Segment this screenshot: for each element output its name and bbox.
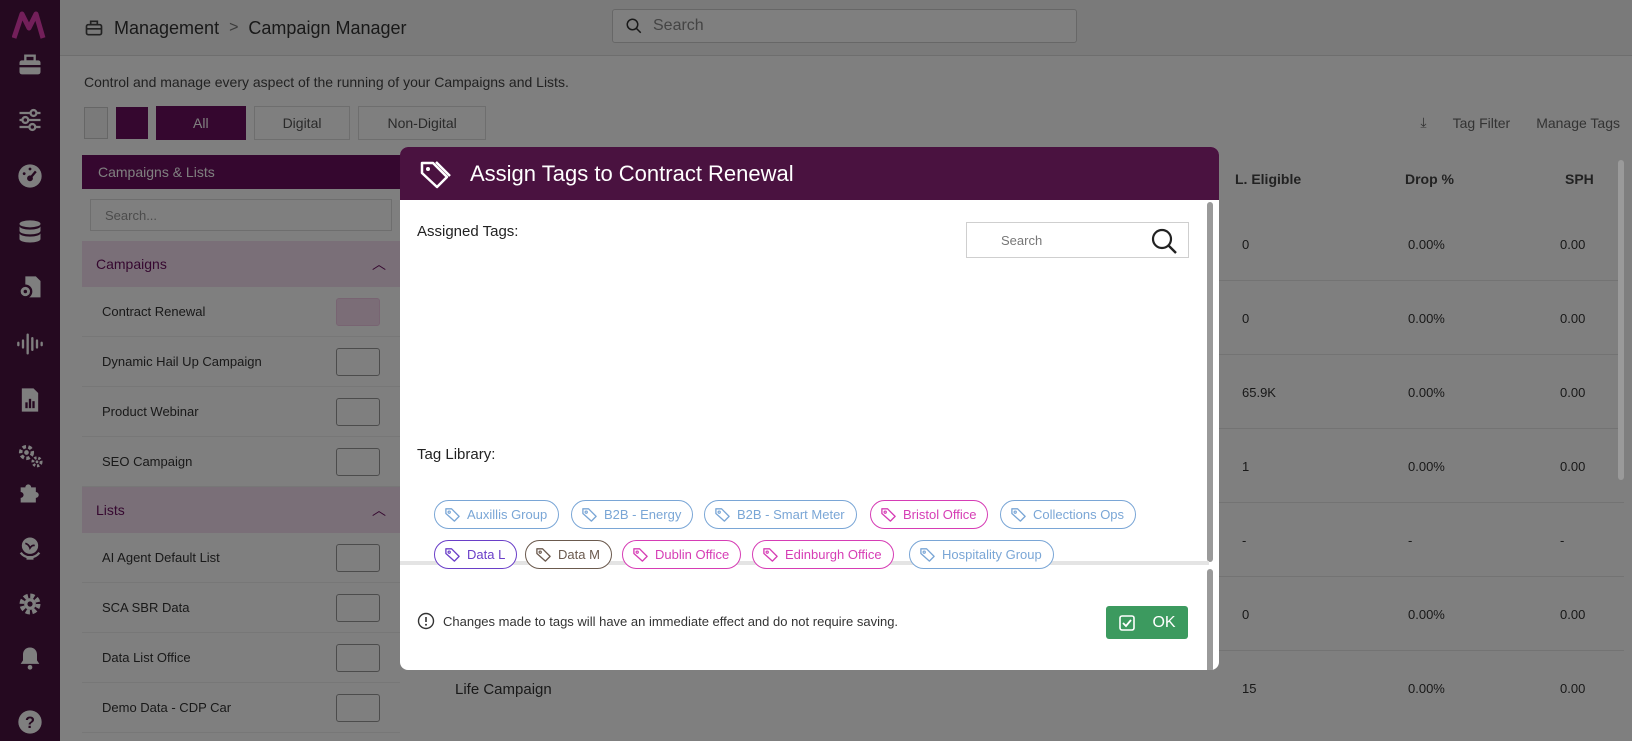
tag-label: Collections Ops [1033, 507, 1125, 522]
assigned-scrollbar[interactable] [1207, 202, 1213, 562]
tag-chip[interactable]: Collections Ops [1000, 500, 1137, 529]
tag-icon [582, 508, 597, 522]
tag-label: B2B - Smart Meter [737, 507, 845, 522]
tag-chip[interactable]: Data L [434, 540, 518, 569]
tag-label: Auxillis Group [467, 507, 548, 522]
tag-notice: Changes made to tags will have an immedi… [417, 612, 898, 630]
tag-label: Data L [467, 547, 506, 562]
tag-search-input[interactable] [1001, 232, 1141, 248]
tag-icon [536, 548, 551, 562]
tag-chip[interactable]: B2B - Energy [571, 500, 694, 529]
alert-circle-icon [417, 612, 435, 630]
tag-label: Dublin Office [655, 547, 730, 562]
tag-chip[interactable]: B2B - Smart Meter [704, 500, 857, 529]
ok-label: OK [1152, 613, 1176, 631]
tag-icon [445, 548, 460, 562]
tag-chip[interactable]: Auxillis Group [434, 500, 560, 529]
tag-icon [715, 508, 730, 522]
tag-chip[interactable]: Dublin Office [622, 540, 742, 569]
tags-icon [420, 160, 451, 188]
tag-icon [763, 548, 778, 562]
assigned-tags-label: Assigned Tags: [417, 223, 519, 240]
tag-label: Hospitality Group [942, 547, 1042, 562]
search-icon[interactable] [1150, 227, 1178, 255]
modal-title: Assign Tags to Contract Renewal [470, 160, 794, 186]
library-scrollbar[interactable] [1207, 569, 1213, 670]
tag-chip[interactable]: Edinburgh Office [752, 540, 894, 569]
tag-chip[interactable]: Data M [525, 540, 612, 569]
tag-label: Edinburgh Office [785, 547, 882, 562]
tag-library-label: Tag Library: [417, 446, 496, 463]
modal-header: Assign Tags to Contract Renewal [400, 147, 1219, 200]
tag-label: B2B - Energy [604, 507, 682, 522]
tag-icon [881, 508, 896, 522]
tag-label: Bristol Office [903, 507, 977, 522]
tag-search[interactable] [966, 222, 1189, 258]
tag-label: Data M [558, 547, 600, 562]
ok-button[interactable]: OK [1106, 606, 1188, 639]
tag-chip[interactable]: Hospitality Group [909, 540, 1054, 569]
page-scrollbar[interactable] [1618, 160, 1624, 480]
tag-icon [920, 548, 935, 562]
tag-icon [1011, 508, 1026, 522]
notice-text: Changes made to tags will have an immedi… [443, 613, 899, 629]
tag-icon [633, 548, 648, 562]
check-square-icon [1119, 614, 1136, 631]
tag-icon [445, 508, 460, 522]
tag-chip[interactable]: Bristol Office [870, 500, 989, 529]
